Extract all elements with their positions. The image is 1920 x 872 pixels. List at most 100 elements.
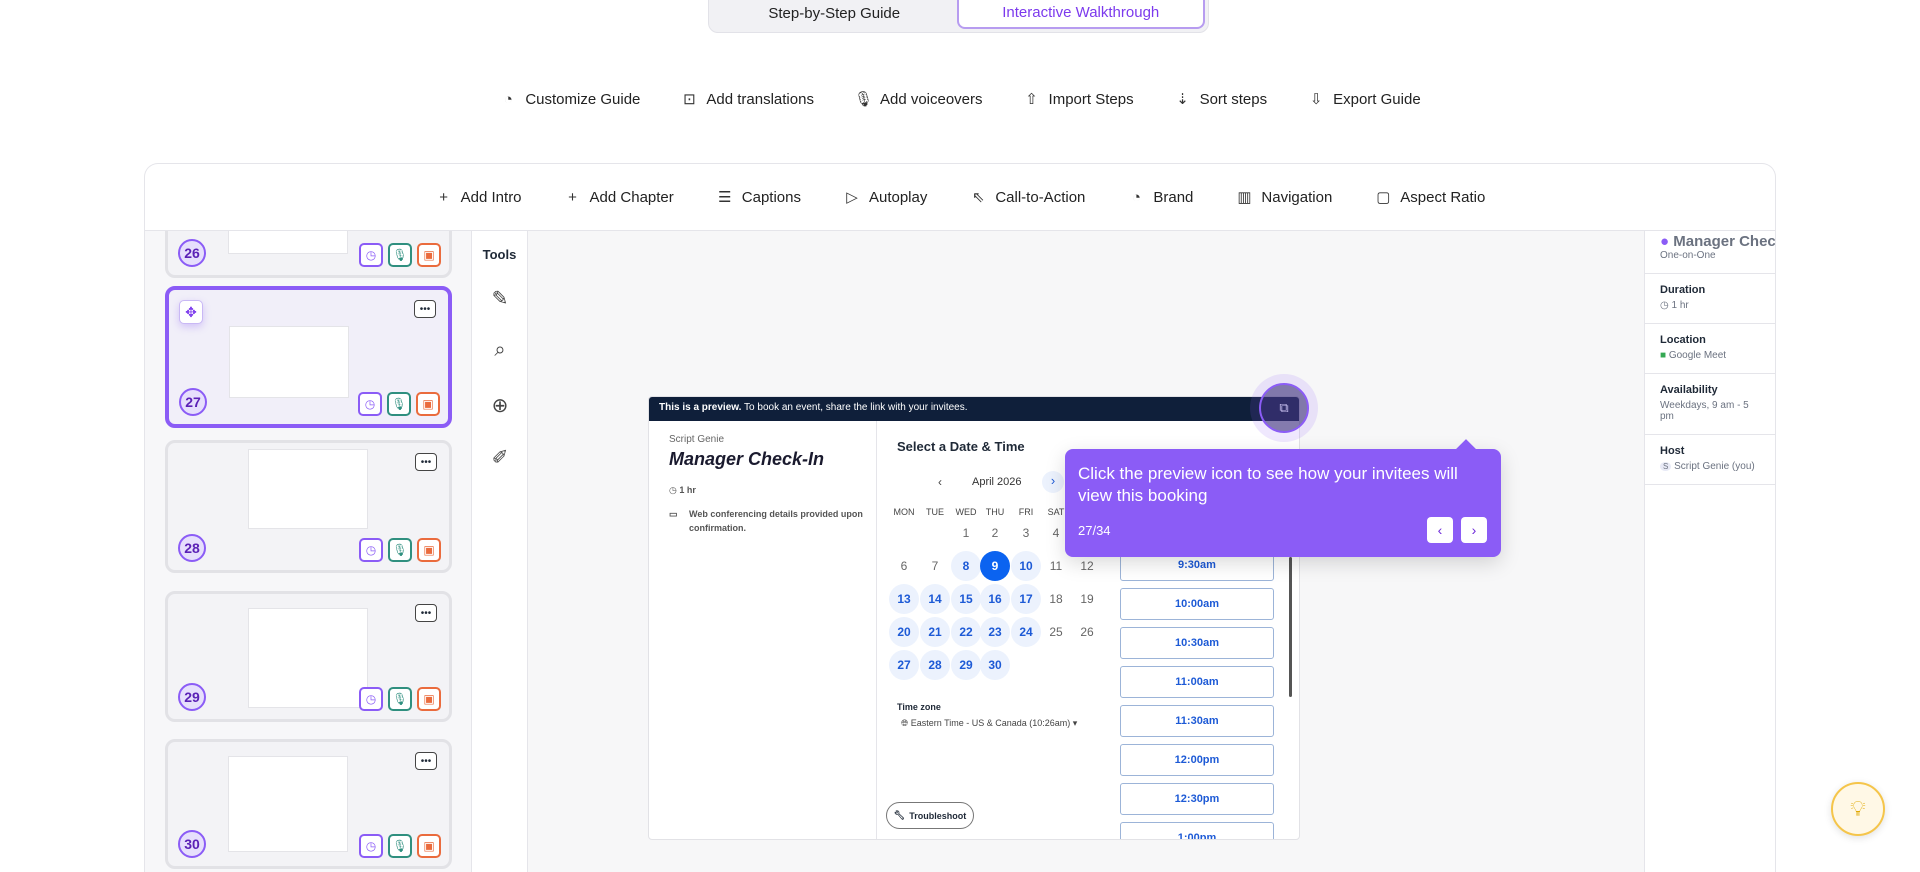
previous-step-button[interactable]: ‹ (1427, 517, 1453, 543)
step-number: 28 (178, 534, 206, 562)
calendar-day: 2 (991, 526, 999, 540)
editor-card: + Add Intro + Add Chapter ☰ Captions ▷ Autop… (144, 163, 1776, 872)
calendar-day[interactable]: 13 (889, 584, 919, 614)
step-thumbnail-30[interactable]: ••• 30 ◷ 🎙 ▣ (165, 739, 452, 869)
preview-external-link-hotspot[interactable]: ⧉ (1259, 383, 1309, 433)
add-chapter-button[interactable]: + Add Chapter (564, 189, 674, 206)
export-guide-button[interactable]: ⇩ Export Guide (1307, 90, 1421, 109)
scrollbar[interactable] (1289, 557, 1292, 697)
time-slot-button[interactable]: 10:00am (1120, 588, 1274, 620)
calendar-day[interactable]: 23 (980, 617, 1010, 647)
timer-icon[interactable]: ◷ (359, 834, 383, 858)
section-value: Script Genie (you) (1674, 461, 1755, 472)
microphone-icon[interactable]: 🎙 (387, 392, 411, 416)
time-slot-button[interactable]: 1:00pm (1120, 822, 1274, 839)
add-intro-button[interactable]: + Add Intro (435, 189, 521, 206)
import-steps-button[interactable]: ⇧ Import Steps (1023, 90, 1133, 109)
microphone-icon[interactable]: 🎙 (388, 538, 412, 562)
google-meet-icon: ■ (1660, 350, 1669, 361)
timer-icon[interactable]: ◷ (359, 538, 383, 562)
video-icon[interactable]: ▣ (416, 392, 440, 416)
tab-interactive-walkthrough[interactable]: Interactive Walkthrough (956, 0, 1205, 29)
calendar-day[interactable]: 9 (980, 551, 1010, 581)
step-preview-image (228, 231, 348, 254)
timezone-select[interactable]: 🌐︎ Eastern Time - US & Canada (10:26am) … (901, 718, 1077, 729)
calendar-day[interactable]: 29 (951, 650, 981, 680)
next-month-icon[interactable]: › (1042, 471, 1064, 493)
next-step-button[interactable]: › (1461, 517, 1487, 543)
calendar-day[interactable]: 17 (1011, 584, 1041, 614)
calendar-day[interactable]: 28 (920, 650, 950, 680)
sort-steps-button[interactable]: ⇣ Sort steps (1174, 90, 1268, 109)
tab-step-by-step-guide[interactable]: Step-by-Step Guide (712, 0, 957, 29)
calendar-day[interactable]: 20 (889, 617, 919, 647)
download-icon: ⇩ (1309, 91, 1323, 108)
time-slot-button[interactable]: 12:00pm (1120, 744, 1274, 776)
add-voiceovers-button[interactable]: 🎙 Add voiceovers (854, 90, 983, 109)
search-icon[interactable]: ⌕ (486, 339, 514, 362)
lightbulb-help-button[interactable]: 💡︎ (1831, 782, 1885, 836)
aspect-ratio-button[interactable]: ▢ Aspect Ratio (1374, 188, 1486, 207)
time-slot-button[interactable]: 12:30pm (1120, 783, 1274, 815)
palette-icon: ◔ (503, 90, 513, 108)
prev-month-icon[interactable]: ‹ (938, 475, 942, 489)
calendar-day[interactable]: 8 (951, 551, 981, 581)
label: Call-to-Action (995, 188, 1086, 206)
call-to-action-button[interactable]: ⇖ Call-to-Action (969, 188, 1086, 207)
calendar-day[interactable]: 16 (980, 584, 1010, 614)
calendar-day: 19 (1080, 592, 1094, 606)
time-slot-button[interactable]: 11:30am (1120, 705, 1274, 737)
step-thumbnail-27[interactable]: ✥ ••• 27 ◷ 🎙 ▣ (165, 286, 452, 428)
time-slot-button[interactable]: 10:30am (1120, 627, 1274, 659)
sort-icon: ⇣ (1176, 91, 1189, 108)
aspect-ratio-icon: ▢ (1376, 189, 1391, 206)
time-slot-button[interactable]: 11:00am (1120, 666, 1274, 698)
more-options-button[interactable]: ••• (415, 604, 437, 622)
step-thumbnail-28[interactable]: ••• 28 ◷ 🎙 ▣ (165, 440, 452, 573)
calendar-day[interactable]: 22 (951, 617, 981, 647)
label: Sort steps (1199, 90, 1268, 108)
month-label: April 2026 (972, 476, 1022, 488)
timer-icon[interactable]: ◷ (359, 687, 383, 711)
brand-button[interactable]: ◔ Brand (1127, 189, 1194, 206)
more-options-button[interactable]: ••• (415, 752, 437, 770)
map-icon: ▥ (1237, 189, 1252, 206)
timer-icon[interactable]: ◷ (358, 392, 382, 416)
highlighter-icon[interactable]: ✐ (486, 445, 514, 470)
calendar-day[interactable]: 14 (920, 584, 950, 614)
more-options-button[interactable]: ••• (414, 300, 436, 318)
navigation-button[interactable]: ▥ Navigation (1235, 188, 1332, 207)
step-preview-image (228, 756, 348, 852)
microphone-icon[interactable]: 🎙 (388, 834, 412, 858)
calendar-day[interactable]: 30 (980, 650, 1010, 680)
crosshair-icon[interactable]: ⊕ (486, 393, 514, 418)
label: Add voiceovers (879, 90, 983, 108)
more-options-button[interactable]: ••• (415, 453, 437, 471)
tooltip-text: Click the preview icon to see how your i… (1078, 464, 1458, 505)
calendar-day[interactable]: 24 (1011, 617, 1041, 647)
troubleshoot-button[interactable]: 🔧︎ Troubleshoot (886, 802, 974, 829)
lightbulb-icon: 💡︎ (1850, 796, 1866, 821)
video-icon[interactable]: ▣ (417, 687, 441, 711)
calendar-day[interactable]: 21 (920, 617, 950, 647)
step-thumbnail-29[interactable]: ••• 29 ◷ 🎙 ▣ (165, 591, 452, 722)
calendar-day[interactable]: 10 (1011, 551, 1041, 581)
video-icon[interactable]: ▣ (417, 834, 441, 858)
weekday-header: MON (893, 507, 915, 517)
banner-text: To book an event, share the link with yo… (741, 402, 968, 413)
timer-icon[interactable]: ◷ (359, 243, 383, 267)
move-icon[interactable]: ✥ (179, 300, 203, 324)
microphone-icon[interactable]: 🎙 (388, 243, 412, 267)
pencil-icon[interactable]: ✎ (486, 286, 514, 311)
microphone-icon[interactable]: 🎙 (388, 687, 412, 711)
video-icon[interactable]: ▣ (417, 538, 441, 562)
captions-button[interactable]: ☰ Captions (716, 188, 801, 207)
calendar-day[interactable]: 27 (889, 650, 919, 680)
label: Aspect Ratio (1400, 188, 1486, 206)
customize-guide-button[interactable]: ◔ Customize Guide (499, 90, 641, 108)
autoplay-button[interactable]: ▷ Autoplay (843, 188, 927, 207)
calendar-day[interactable]: 15 (951, 584, 981, 614)
step-thumbnail-26[interactable]: 26 ◷ 🎙 ▣ (165, 231, 452, 278)
video-icon[interactable]: ▣ (417, 243, 441, 267)
add-translations-button[interactable]: ⊡ Add translations (680, 90, 814, 109)
